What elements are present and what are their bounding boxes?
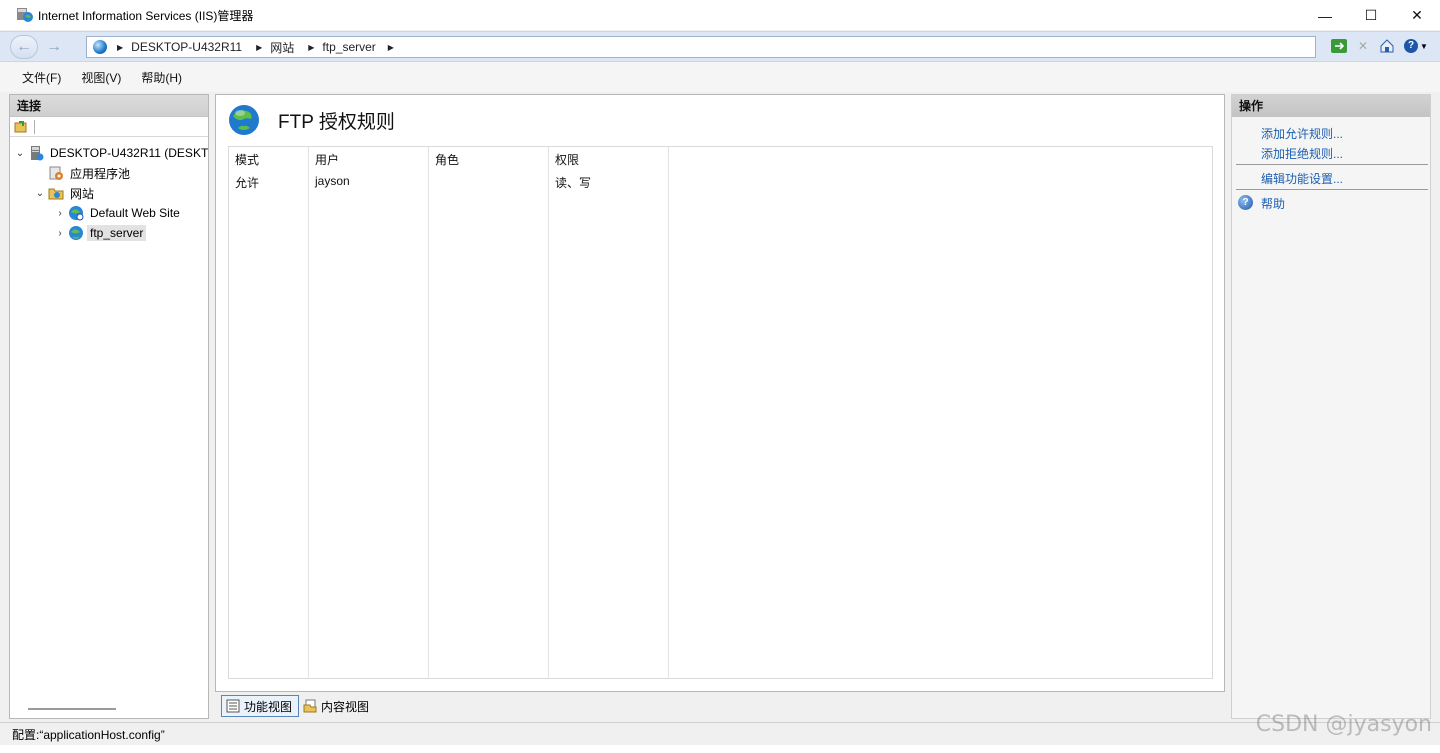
column-divider bbox=[428, 147, 429, 678]
tree-node-server[interactable]: ⌄ DESKTOP-U432R11 (DESKT bbox=[14, 144, 211, 162]
close-button[interactable]: ✕ bbox=[1394, 0, 1440, 31]
tree-label[interactable]: DESKTOP-U432R11 (DESKT bbox=[47, 145, 211, 161]
add-allow-rule-link[interactable]: 添加允许规则... bbox=[1261, 125, 1343, 142]
stop-icon: ✕ bbox=[1357, 39, 1369, 53]
cell-mode[interactable]: 允许 bbox=[235, 174, 259, 191]
breadcrumb-arrow-icon[interactable]: ▶ bbox=[388, 43, 394, 52]
tree-label[interactable]: 应用程序池 bbox=[67, 164, 133, 183]
breadcrumb-arrow-icon[interactable]: ▶ bbox=[117, 43, 123, 52]
tab-content-view[interactable]: 内容视图 bbox=[299, 695, 375, 717]
refresh-icon bbox=[1331, 39, 1347, 53]
cell-user[interactable]: jayson bbox=[315, 174, 350, 188]
refresh-button[interactable] bbox=[1330, 37, 1348, 55]
breadcrumb-sites[interactable]: 网站 bbox=[270, 39, 294, 56]
help-icon: ? bbox=[1404, 39, 1419, 53]
sites-folder-icon bbox=[48, 188, 64, 200]
connections-header: 连接 bbox=[10, 95, 208, 117]
chevron-down-icon[interactable]: ⌄ bbox=[34, 188, 46, 199]
view-tabs: 功能视图 内容视图 bbox=[215, 694, 375, 718]
tab-label: 内容视图 bbox=[321, 699, 370, 714]
tab-feature-view[interactable]: 功能视图 bbox=[221, 695, 300, 717]
window-title: Internet Information Services (IIS)管理器 bbox=[38, 8, 254, 23]
actions-panel: 操作 添加允许规则... 添加拒绝规则... 编辑功能设置... ? 帮助 bbox=[1231, 94, 1431, 719]
chevron-down-icon: ▼ bbox=[1420, 41, 1428, 51]
column-header-role[interactable]: 角色 bbox=[435, 151, 459, 168]
website-icon bbox=[69, 206, 84, 221]
actions-header: 操作 bbox=[1232, 95, 1430, 117]
globe-icon bbox=[69, 226, 83, 240]
tree-node-sites[interactable]: ⌄ 网站 bbox=[34, 184, 97, 202]
watermark-text: CSDN @jyasyon bbox=[1255, 712, 1432, 737]
tree-node-ftp-server[interactable]: › ftp_server bbox=[54, 224, 147, 242]
status-bar: 配置:“applicationHost.config” bbox=[0, 722, 1440, 745]
tree-label[interactable]: ftp_server bbox=[87, 225, 147, 241]
content-view-icon bbox=[303, 699, 317, 713]
actions-divider bbox=[1236, 189, 1428, 190]
breadcrumb-arrow-icon[interactable]: ▶ bbox=[308, 43, 314, 52]
iis-app-icon bbox=[17, 8, 33, 22]
feature-panel: FTP 授权规则 模式 用户 角色 权限 允许 jayson 读、写 bbox=[215, 94, 1225, 692]
forward-button[interactable]: → bbox=[42, 37, 66, 57]
tree-label[interactable]: 网站 bbox=[67, 184, 97, 203]
connections-panel: 连接 ⌄ DESKTOP-U432R11 (DESKT 应用程序池 ⌄ 网站 ›… bbox=[9, 94, 209, 719]
column-header-user[interactable]: 用户 bbox=[315, 151, 339, 168]
stop-button[interactable]: ✕ bbox=[1354, 37, 1372, 55]
globe-icon bbox=[93, 40, 107, 54]
page-title: FTP 授权规则 bbox=[278, 112, 395, 133]
column-header-permission[interactable]: 权限 bbox=[555, 151, 579, 168]
tree-label[interactable]: Default Web Site bbox=[87, 205, 183, 221]
home-icon bbox=[1380, 39, 1394, 53]
actions-divider bbox=[1236, 164, 1428, 165]
server-icon bbox=[31, 146, 44, 161]
connect-icon[interactable] bbox=[14, 120, 28, 134]
horizontal-scrollbar[interactable] bbox=[28, 708, 116, 710]
help-link[interactable]: 帮助 bbox=[1261, 195, 1285, 212]
add-deny-rule-link[interactable]: 添加拒绝规则... bbox=[1261, 145, 1343, 162]
arrow-right-icon: → bbox=[46, 38, 62, 55]
tab-label: 功能视图 bbox=[244, 699, 293, 714]
chevron-right-icon[interactable]: › bbox=[54, 228, 66, 239]
globe-icon bbox=[229, 105, 259, 135]
breadcrumb-server[interactable]: DESKTOP-U432R11 bbox=[131, 40, 242, 54]
feature-view-icon bbox=[226, 699, 240, 713]
chevron-down-icon[interactable]: ⌄ bbox=[14, 148, 26, 159]
app-pool-icon bbox=[49, 166, 63, 180]
column-header-mode[interactable]: 模式 bbox=[235, 151, 259, 168]
tree-node-default-web-site[interactable]: › Default Web Site bbox=[54, 204, 183, 222]
menu-bar: 文件(F) 视图(V) 帮助(H) bbox=[0, 62, 1440, 92]
menu-file[interactable]: 文件(F) bbox=[12, 69, 71, 86]
help-icon: ? bbox=[1238, 195, 1253, 210]
breadcrumb-ftp-server[interactable]: ftp_server bbox=[322, 40, 375, 54]
tree-node-app-pools[interactable]: 应用程序池 bbox=[34, 164, 133, 182]
column-divider bbox=[548, 147, 549, 678]
cell-permission[interactable]: 读、写 bbox=[555, 174, 591, 191]
home-button[interactable] bbox=[1378, 37, 1396, 55]
arrow-left-icon: ← bbox=[16, 38, 32, 55]
column-divider bbox=[308, 147, 309, 678]
connections-toolbar bbox=[10, 117, 208, 137]
column-divider bbox=[668, 147, 669, 678]
minimize-button[interactable]: — bbox=[1302, 0, 1348, 31]
title-bar: Internet Information Services (IIS)管理器 —… bbox=[0, 0, 1440, 31]
edit-feature-settings-link[interactable]: 编辑功能设置... bbox=[1261, 170, 1343, 187]
address-bar[interactable]: ▶ DESKTOP-U432R11 ▶ 网站 ▶ ftp_server ▶ bbox=[86, 36, 1316, 58]
menu-help[interactable]: 帮助(H) bbox=[131, 69, 192, 86]
rules-table: 模式 用户 角色 权限 允许 jayson 读、写 bbox=[228, 146, 1213, 679]
back-button[interactable]: ← bbox=[10, 35, 38, 59]
chevron-right-icon[interactable]: › bbox=[54, 208, 66, 219]
status-text: 配置:“applicationHost.config” bbox=[12, 727, 165, 742]
toolbar-divider bbox=[34, 119, 35, 134]
maximize-button[interactable]: ☐ bbox=[1348, 0, 1394, 31]
menu-view[interactable]: 视图(V) bbox=[71, 69, 131, 86]
breadcrumb-arrow-icon[interactable]: ▶ bbox=[256, 43, 262, 52]
navigation-bar: ← → ▶ DESKTOP-U432R11 ▶ 网站 ▶ ftp_server … bbox=[0, 31, 1440, 62]
help-menu-button[interactable]: ? ▼ bbox=[1402, 37, 1430, 55]
